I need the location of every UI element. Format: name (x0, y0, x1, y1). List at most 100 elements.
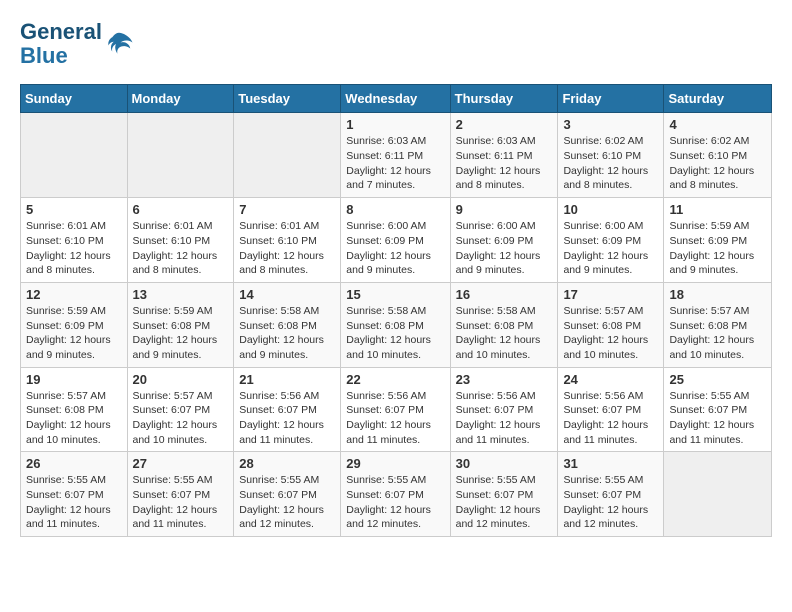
calendar-week-row: 19 Sunrise: 5:57 AM Sunset: 6:08 PM Dayli… (21, 367, 772, 452)
calendar-cell: 19 Sunrise: 5:57 AM Sunset: 6:08 PM Dayli… (21, 367, 128, 452)
calendar-cell: 11 Sunrise: 5:59 AM Sunset: 6:09 PM Dayli… (664, 198, 772, 283)
calendar-cell: 10Sunrise: 6:00 AM Sunset: 6:09 PM Dayli… (558, 198, 664, 283)
day-info: Sunrise: 6:01 AM Sunset: 6:10 PM Dayligh… (26, 219, 122, 278)
calendar-cell: 13 Sunrise: 5:59 AM Sunset: 6:08 PM Dayli… (127, 282, 234, 367)
day-info: Sunrise: 5:59 AM Sunset: 6:09 PM Dayligh… (26, 304, 122, 363)
calendar-cell: 9Sunrise: 6:00 AM Sunset: 6:09 PM Daylig… (450, 198, 558, 283)
calendar-cell: 1Sunrise: 6:03 AM Sunset: 6:11 PM Daylig… (341, 113, 450, 198)
day-number: 4 (669, 117, 766, 132)
day-number: 21 (239, 372, 335, 387)
calendar-cell: 3Sunrise: 6:02 AM Sunset: 6:10 PM Daylig… (558, 113, 664, 198)
day-info: Sunrise: 6:02 AM Sunset: 6:10 PM Dayligh… (669, 134, 766, 193)
weekday-header-tuesday: Tuesday (234, 85, 341, 113)
calendar-cell: 12 Sunrise: 5:59 AM Sunset: 6:09 PM Dayli… (21, 282, 128, 367)
day-info: Sunrise: 6:01 AM Sunset: 6:10 PM Dayligh… (239, 219, 335, 278)
calendar-cell: 8 Sunrise: 6:00 AM Sunset: 6:09 PM Daylig… (341, 198, 450, 283)
calendar-cell: 15 Sunrise: 5:58 AM Sunset: 6:08 PM Dayli… (341, 282, 450, 367)
day-info: Sunrise: 5:56 AM Sunset: 6:07 PM Dayligh… (346, 389, 444, 448)
day-info: Sunrise: 5:55 AM Sunset: 6:07 PM Dayligh… (26, 473, 122, 532)
day-info: Sunrise: 5:57 AM Sunset: 6:08 PM Dayligh… (26, 389, 122, 448)
day-number: 13 (133, 287, 229, 302)
day-info: Sunrise: 5:59 AM Sunset: 6:08 PM Dayligh… (133, 304, 229, 363)
day-info: Sunrise: 5:57 AM Sunset: 6:07 PM Dayligh… (133, 389, 229, 448)
calendar-cell: 17 Sunrise: 5:57 AM Sunset: 6:08 PM Dayli… (558, 282, 664, 367)
day-number: 8 (346, 202, 444, 217)
day-info: Sunrise: 5:56 AM Sunset: 6:07 PM Dayligh… (456, 389, 553, 448)
day-number: 23 (456, 372, 553, 387)
day-number: 5 (26, 202, 122, 217)
calendar-cell (127, 113, 234, 198)
page-header: GeneralBlue (20, 20, 772, 68)
weekday-header-wednesday: Wednesday (341, 85, 450, 113)
day-number: 24 (563, 372, 658, 387)
calendar-cell: 6 Sunrise: 6:01 AM Sunset: 6:10 PM Daylig… (127, 198, 234, 283)
weekday-header-saturday: Saturday (664, 85, 772, 113)
day-number: 20 (133, 372, 229, 387)
day-number: 11 (669, 202, 766, 217)
day-info: Sunrise: 6:03 AM Sunset: 6:11 PM Dayligh… (456, 134, 553, 193)
day-info: Sunrise: 5:55 AM Sunset: 6:07 PM Dayligh… (669, 389, 766, 448)
day-number: 19 (26, 372, 122, 387)
calendar-cell (234, 113, 341, 198)
day-info: Sunrise: 5:57 AM Sunset: 6:08 PM Dayligh… (669, 304, 766, 363)
calendar-cell: 2Sunrise: 6:03 AM Sunset: 6:11 PM Daylig… (450, 113, 558, 198)
weekday-header-friday: Friday (558, 85, 664, 113)
calendar-week-row: 1Sunrise: 6:03 AM Sunset: 6:11 PM Daylig… (21, 113, 772, 198)
calendar-cell: 26 Sunrise: 5:55 AM Sunset: 6:07 PM Dayli… (21, 452, 128, 537)
day-number: 27 (133, 456, 229, 471)
day-info: Sunrise: 5:55 AM Sunset: 6:07 PM Dayligh… (133, 473, 229, 532)
logo-text: GeneralBlue (20, 20, 102, 68)
day-number: 18 (669, 287, 766, 302)
day-info: Sunrise: 6:00 AM Sunset: 6:09 PM Dayligh… (346, 219, 444, 278)
day-number: 29 (346, 456, 444, 471)
day-info: Sunrise: 5:58 AM Sunset: 6:08 PM Dayligh… (346, 304, 444, 363)
calendar-cell: 29Sunrise: 5:55 AM Sunset: 6:07 PM Dayli… (341, 452, 450, 537)
calendar-cell (664, 452, 772, 537)
calendar-cell: 24 Sunrise: 5:56 AM Sunset: 6:07 PM Dayli… (558, 367, 664, 452)
day-number: 22 (346, 372, 444, 387)
day-info: Sunrise: 5:55 AM Sunset: 6:07 PM Dayligh… (456, 473, 553, 532)
day-info: Sunrise: 6:02 AM Sunset: 6:10 PM Dayligh… (563, 134, 658, 193)
day-info: Sunrise: 5:59 AM Sunset: 6:09 PM Dayligh… (669, 219, 766, 278)
day-number: 7 (239, 202, 335, 217)
calendar-cell (21, 113, 128, 198)
day-number: 12 (26, 287, 122, 302)
calendar-cell: 22 Sunrise: 5:56 AM Sunset: 6:07 PM Dayli… (341, 367, 450, 452)
day-info: Sunrise: 5:57 AM Sunset: 6:08 PM Dayligh… (563, 304, 658, 363)
logo: GeneralBlue (20, 20, 134, 68)
day-number: 26 (26, 456, 122, 471)
calendar-week-row: 12 Sunrise: 5:59 AM Sunset: 6:09 PM Dayli… (21, 282, 772, 367)
day-number: 6 (133, 202, 229, 217)
calendar-cell: 28 Sunrise: 5:55 AM Sunset: 6:07 PM Dayli… (234, 452, 341, 537)
day-number: 15 (346, 287, 444, 302)
day-info: Sunrise: 5:56 AM Sunset: 6:07 PM Dayligh… (563, 389, 658, 448)
day-number: 14 (239, 287, 335, 302)
calendar-cell: 7 Sunrise: 6:01 AM Sunset: 6:10 PM Daylig… (234, 198, 341, 283)
calendar-cell: 18 Sunrise: 5:57 AM Sunset: 6:08 PM Dayli… (664, 282, 772, 367)
calendar-week-row: 26 Sunrise: 5:55 AM Sunset: 6:07 PM Dayli… (21, 452, 772, 537)
day-number: 25 (669, 372, 766, 387)
day-info: Sunrise: 5:55 AM Sunset: 6:07 PM Dayligh… (239, 473, 335, 532)
day-number: 17 (563, 287, 658, 302)
calendar-cell: 31Sunrise: 5:55 AM Sunset: 6:07 PM Dayli… (558, 452, 664, 537)
day-info: Sunrise: 5:56 AM Sunset: 6:07 PM Dayligh… (239, 389, 335, 448)
day-info: Sunrise: 6:01 AM Sunset: 6:10 PM Dayligh… (133, 219, 229, 278)
day-info: Sunrise: 5:58 AM Sunset: 6:08 PM Dayligh… (239, 304, 335, 363)
calendar-cell: 30Sunrise: 5:55 AM Sunset: 6:07 PM Dayli… (450, 452, 558, 537)
calendar-cell: 16Sunrise: 5:58 AM Sunset: 6:08 PM Dayli… (450, 282, 558, 367)
weekday-header-sunday: Sunday (21, 85, 128, 113)
day-info: Sunrise: 6:00 AM Sunset: 6:09 PM Dayligh… (456, 219, 553, 278)
calendar-table: SundayMondayTuesdayWednesdayThursdayFrid… (20, 84, 772, 537)
weekday-header-row: SundayMondayTuesdayWednesdayThursdayFrid… (21, 85, 772, 113)
calendar-cell: 27 Sunrise: 5:55 AM Sunset: 6:07 PM Dayli… (127, 452, 234, 537)
logo-bird-icon (104, 29, 134, 59)
weekday-header-thursday: Thursday (450, 85, 558, 113)
day-number: 31 (563, 456, 658, 471)
calendar-cell: 23 Sunrise: 5:56 AM Sunset: 6:07 PM Dayli… (450, 367, 558, 452)
calendar-cell: 25 Sunrise: 5:55 AM Sunset: 6:07 PM Dayli… (664, 367, 772, 452)
weekday-header-monday: Monday (127, 85, 234, 113)
day-number: 28 (239, 456, 335, 471)
day-number: 16 (456, 287, 553, 302)
calendar-week-row: 5 Sunrise: 6:01 AM Sunset: 6:10 PM Daylig… (21, 198, 772, 283)
day-info: Sunrise: 6:00 AM Sunset: 6:09 PM Dayligh… (563, 219, 658, 278)
